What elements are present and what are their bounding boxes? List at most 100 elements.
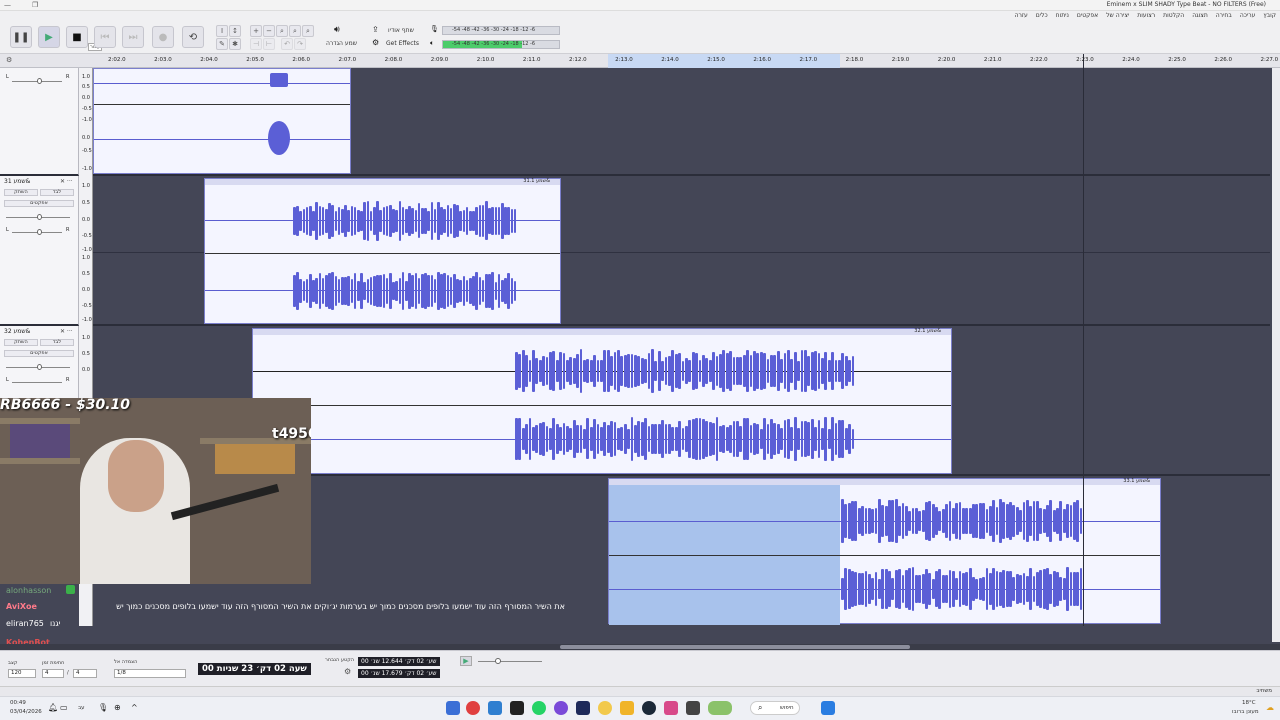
waveform-left [515, 349, 855, 393]
audio-clip-31[interactable]: שמע 31.1& [204, 178, 561, 324]
time-sig-denominator[interactable]: 4 [73, 669, 97, 678]
app-icon[interactable] [686, 701, 700, 715]
app-icon[interactable] [466, 701, 480, 715]
menu-tools[interactable]: כלים [1036, 12, 1048, 22]
track-header-1[interactable]: L R [0, 68, 79, 176]
get-effects-button[interactable]: Get Effects [386, 40, 419, 47]
effects-button[interactable]: אפקטים [4, 200, 74, 207]
redo-button[interactable]: ↷ [294, 38, 306, 50]
audio-setup-label[interactable]: שמע הגדרה [326, 40, 357, 47]
weather-icon: ☁ [1266, 703, 1274, 712]
notification-icon[interactable]: 🔔︎ [48, 703, 58, 712]
tempo-input[interactable]: 120 [8, 669, 36, 678]
menu-effects[interactable]: אפקטים [1077, 12, 1098, 22]
fit-project-button[interactable]: ⌕ [289, 25, 301, 37]
vertical-scrollbar[interactable] [1272, 68, 1280, 642]
zoom-in-button[interactable]: + [250, 25, 262, 37]
track-name[interactable]: שמע 32& [4, 328, 30, 335]
multi-tool-button[interactable]: ✱ [229, 38, 241, 50]
settings-icon[interactable]: ⚙ [344, 667, 351, 676]
select-tool-button[interactable]: I [216, 25, 228, 37]
widget-icon[interactable] [708, 701, 732, 715]
track-header-2[interactable]: שמע 31& ✕ ··· השתק לבד אפקטים L R [0, 176, 79, 326]
waveform-bar [513, 281, 517, 301]
windows-start-icon[interactable] [821, 701, 835, 715]
audacity-icon[interactable] [576, 701, 590, 715]
fit-selection-button[interactable]: ⌕ [276, 25, 288, 37]
effects-button[interactable]: אפקטים [4, 350, 74, 357]
play-at-speed-button[interactable]: ▶ [460, 656, 472, 666]
time-sig-numerator[interactable]: 4 [42, 669, 64, 678]
track-close-icon[interactable]: ✕ ··· [60, 178, 73, 185]
menu-edit[interactable]: עריכה [1240, 12, 1256, 22]
pan-knob[interactable] [37, 229, 42, 235]
folder-icon[interactable] [620, 701, 634, 715]
play-speed-knob[interactable] [495, 658, 501, 664]
menu-tracks[interactable]: רצועות [1137, 12, 1155, 22]
mic-tray-icon[interactable]: 🎙︎ [98, 703, 108, 712]
app-icon[interactable] [488, 701, 502, 715]
app-icon[interactable] [446, 701, 460, 715]
audio-clip-32[interactable]: שמע 32.1& [252, 328, 952, 474]
track-close-icon[interactable]: ✕ ··· [60, 328, 73, 335]
menu-file[interactable]: קובץ [1263, 12, 1276, 22]
stop-button[interactable]: ■ [66, 26, 88, 48]
draw-tool-button[interactable]: ✎ [216, 38, 228, 50]
app-icon[interactable] [554, 701, 568, 715]
track-name[interactable]: שמע 31& [4, 178, 30, 185]
clip-header[interactable]: שמע 32.1& [253, 328, 951, 335]
menu-analyze[interactable]: ניתוח [1056, 12, 1069, 22]
minimize-icon[interactable]: — [4, 1, 11, 9]
loop-button[interactable]: ⟲ [182, 26, 204, 48]
trim-button[interactable]: ⊣ [250, 38, 262, 50]
timeline-options-icon[interactable]: ⚙ [6, 56, 12, 64]
terminal-icon[interactable] [510, 701, 524, 715]
zoom-toggle-button[interactable]: ⌕ [302, 25, 314, 37]
menu-help[interactable]: עזרה [1015, 12, 1028, 22]
silence-button[interactable]: ⊢ [263, 38, 275, 50]
gain-knob[interactable] [37, 364, 42, 370]
snap-select[interactable]: 1/8 [114, 669, 186, 678]
menu-view[interactable]: תצוגה [1192, 12, 1208, 22]
language-indicator[interactable]: עב [78, 705, 85, 711]
pan-slider[interactable] [12, 382, 62, 383]
steam-icon[interactable] [642, 701, 656, 715]
desktop-icon[interactable]: ▭ [60, 703, 68, 712]
menu-generate[interactable]: יצירה של [1106, 12, 1129, 22]
scroll-thumb[interactable] [560, 645, 910, 649]
speaker-icon[interactable]: 🔊︎ [334, 25, 340, 35]
menu-recordings[interactable]: הקלטות [1163, 12, 1184, 22]
chevron-up-icon[interactable]: ^ [131, 703, 138, 712]
network-icon[interactable]: ⊕ [114, 703, 121, 712]
selection-end-display[interactable]: 00 שע׳ 02 דק׳ 17.679 שנ׳ [358, 669, 440, 678]
solo-button[interactable]: לבד [40, 339, 74, 346]
chrome-icon[interactable] [598, 701, 612, 715]
gain-knob[interactable] [37, 214, 42, 220]
mute-button[interactable]: השתק [4, 189, 38, 196]
main-time-display[interactable]: 00 שעה 02 דק׳ 23 שניות [198, 663, 311, 675]
whatsapp-icon[interactable] [532, 701, 546, 715]
app-icon[interactable] [664, 701, 678, 715]
clip-label[interactable]: שמע 31.1& [523, 178, 550, 184]
mute-button[interactable]: השתק [4, 339, 38, 346]
pause-button[interactable]: ❚❚ [10, 26, 32, 48]
selection-start-display[interactable]: 00 שע׳ 02 דק׳ 12.644 שנ׳ [358, 657, 440, 666]
envelope-tool-button[interactable]: ↕ [229, 25, 241, 37]
record-button[interactable]: ● [152, 26, 174, 48]
play-button[interactable]: ▶ [38, 26, 60, 48]
zoom-out-button[interactable]: − [263, 25, 275, 37]
playhead[interactable] [1083, 54, 1084, 626]
solo-button[interactable]: לבד [40, 189, 74, 196]
audio-clip-track1[interactable] [93, 68, 351, 174]
clip-label[interactable]: שמע 33.1& [1123, 478, 1150, 484]
skip-end-button[interactable]: ⏭ [122, 26, 144, 48]
restore-icon[interactable]: ❐ [32, 1, 38, 9]
play-speed-slider[interactable] [478, 661, 542, 662]
share-audio-button[interactable]: שתף אודיו [388, 27, 414, 34]
undo-button[interactable]: ↶ [281, 38, 293, 50]
clip-label[interactable]: שמע 32.1& [914, 328, 941, 334]
skip-start-button[interactable]: ⏮ [94, 26, 116, 48]
clip-header[interactable]: שמע 31.1& [205, 178, 560, 185]
menu-select[interactable]: בחירה [1216, 12, 1232, 22]
pan-knob[interactable] [37, 78, 42, 84]
